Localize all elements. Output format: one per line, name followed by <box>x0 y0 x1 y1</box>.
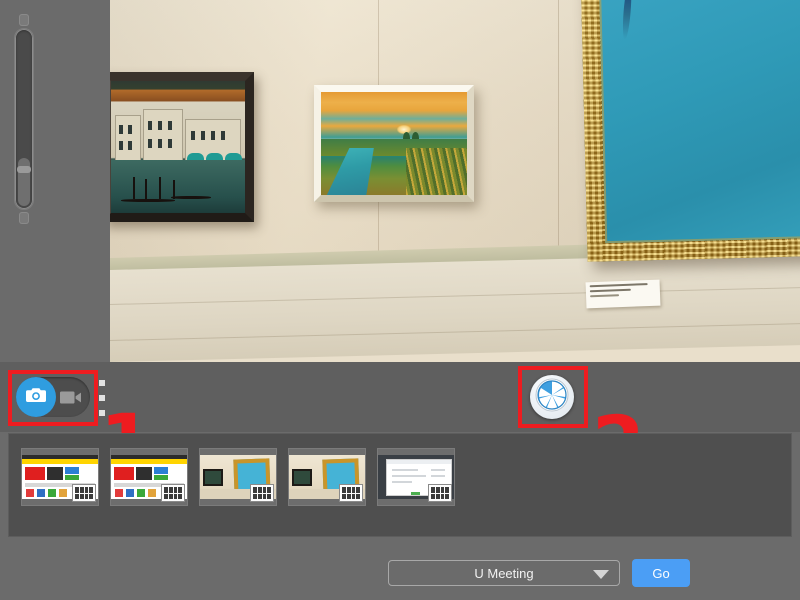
thumbnail-item[interactable] <box>289 449 365 505</box>
capture-mode-toggle[interactable] <box>16 377 90 417</box>
slider-cap-bottom <box>19 212 29 224</box>
meeting-select[interactable]: U Meeting <box>388 560 620 586</box>
aperture-icon <box>535 378 569 417</box>
museum-placard <box>585 279 661 309</box>
camera-icon <box>25 386 47 409</box>
video-badge-icon <box>251 485 273 501</box>
menu-dot <box>99 380 105 386</box>
thumbnail-item[interactable] <box>200 449 276 505</box>
left-rail <box>0 0 110 362</box>
capture-app-window: 1 2 <box>0 0 800 600</box>
video-badge-icon <box>429 485 451 501</box>
zoom-slider-track[interactable] <box>14 28 34 210</box>
video-mode-button[interactable] <box>60 390 82 405</box>
video-badge-icon <box>340 485 362 501</box>
thumbnail-strip[interactable] <box>8 433 792 537</box>
photo-mode-button[interactable] <box>16 377 56 417</box>
chevron-down-icon <box>593 570 609 579</box>
zoom-slider[interactable] <box>14 14 34 224</box>
painting-teal-gold-frame <box>580 0 800 262</box>
shutter-button[interactable] <box>530 375 574 419</box>
thumbnail-list <box>22 449 454 505</box>
gallery-floor <box>110 253 800 362</box>
slider-cap-top <box>19 14 29 26</box>
painting-venice-cityscape <box>110 72 254 222</box>
painting-sunset-landscape <box>314 85 474 202</box>
video-badge-icon <box>162 485 184 501</box>
viewer-area <box>0 0 800 362</box>
thumbnail-item[interactable] <box>22 449 98 505</box>
go-button-label: Go <box>652 565 670 581</box>
thumbnail-item[interactable] <box>378 449 454 505</box>
thumbnail-item[interactable] <box>111 449 187 505</box>
video-badge-icon <box>73 485 95 501</box>
go-button[interactable]: Go <box>632 559 690 587</box>
zoom-slider-handle[interactable] <box>17 166 31 173</box>
meeting-select-label: U Meeting <box>474 565 534 581</box>
live-preview-photo[interactable] <box>110 0 800 362</box>
